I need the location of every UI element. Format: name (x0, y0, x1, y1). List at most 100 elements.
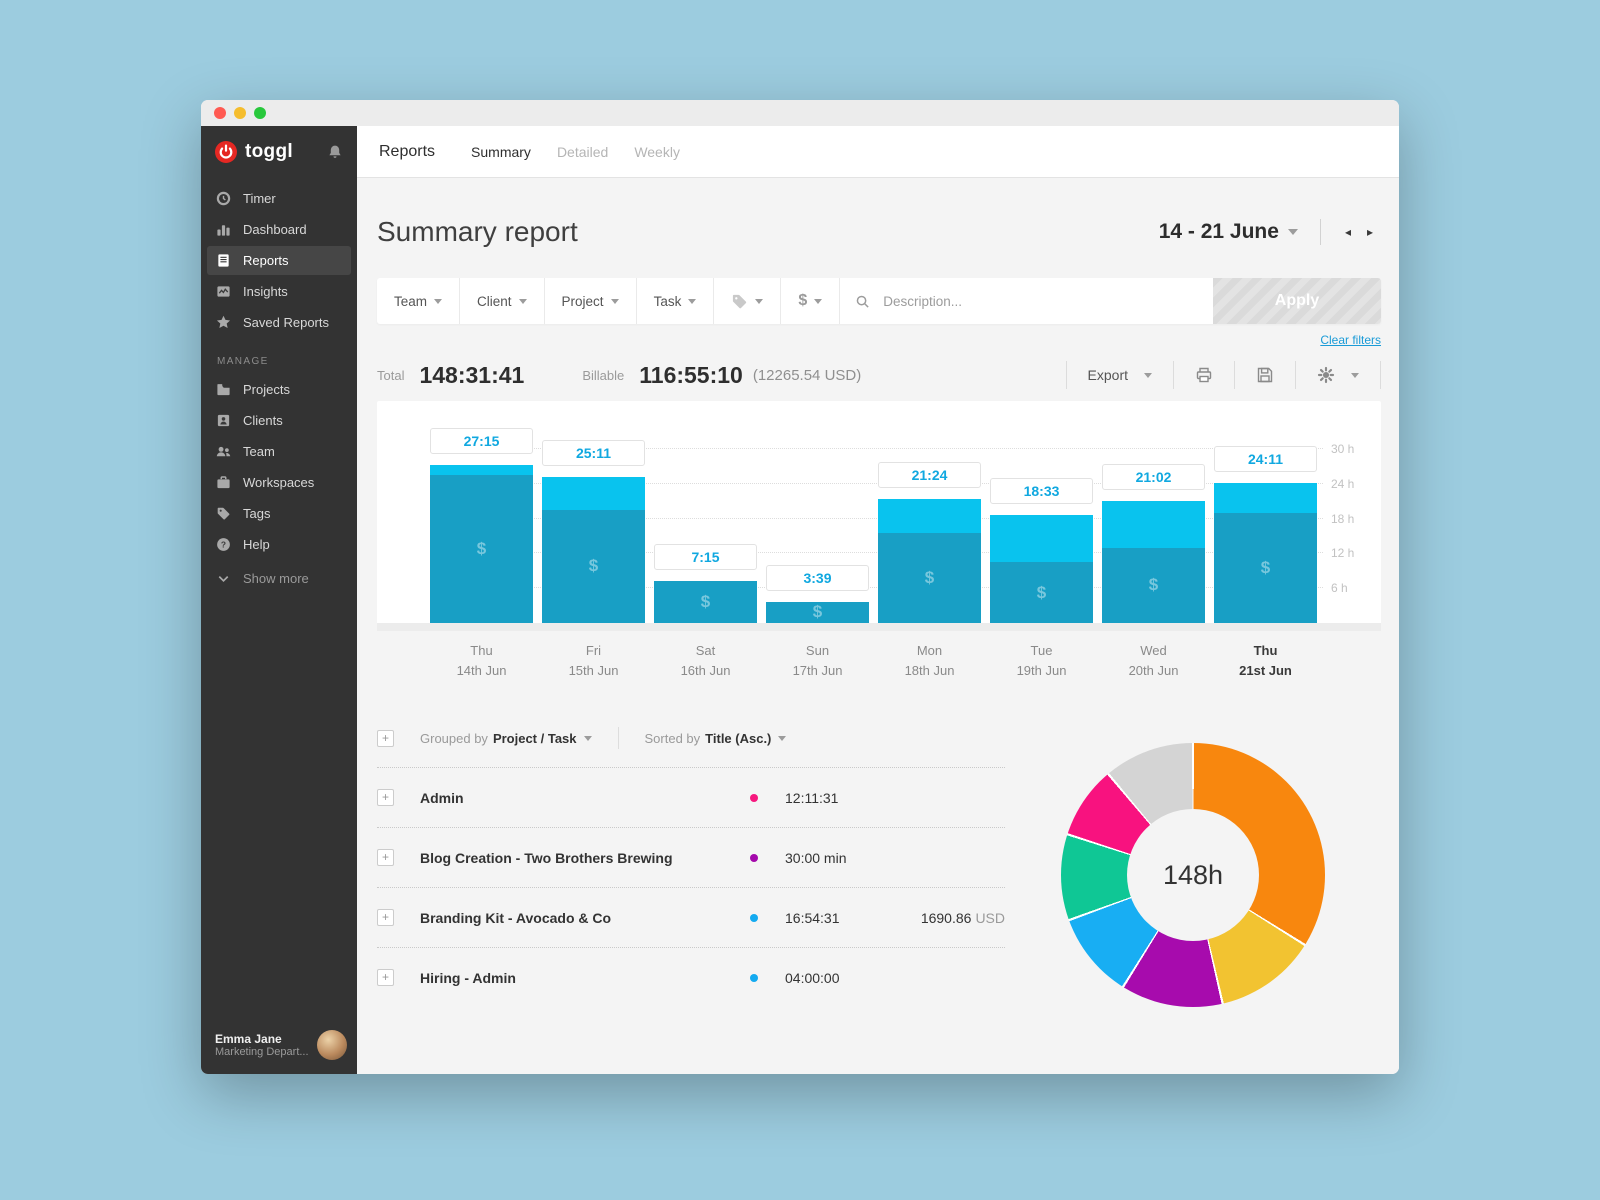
sidebar-show-more[interactable]: Show more (207, 564, 351, 593)
task-filter-dropdown[interactable]: Task (637, 278, 715, 324)
divider (1320, 219, 1321, 245)
sidebar-item-saved-reports[interactable]: Saved Reports (207, 308, 351, 337)
client-filter-dropdown[interactable]: Client (460, 278, 545, 324)
expand-row-button[interactable]: + (377, 789, 394, 806)
clear-filters-link[interactable]: Clear filters (1320, 333, 1381, 347)
search-icon (855, 294, 870, 309)
export-label: Export (1088, 367, 1128, 383)
description-search (840, 278, 1213, 324)
sidebar-item-projects[interactable]: Projects (207, 375, 351, 404)
x-axis-label: Sun17th Jun (766, 641, 869, 681)
date-range-label: 14 - 21 June (1159, 220, 1279, 244)
team-filter-dropdown[interactable]: Team (377, 278, 460, 324)
project-name: Branding Kit - Avocado & Co (420, 910, 750, 926)
sidebar-item-workspaces[interactable]: Workspaces (207, 468, 351, 497)
export-dropdown[interactable]: Export (1066, 361, 1173, 389)
bar-chart-icon (216, 222, 231, 237)
settings-dropdown[interactable] (1295, 361, 1381, 389)
row-duration: 30:00 min (785, 850, 885, 866)
toggl-logo-icon (215, 141, 237, 163)
sidebar-item-reports[interactable]: Reports (207, 246, 351, 275)
day-bar[interactable]: $ (430, 465, 533, 623)
sidebar-item-clients[interactable]: Clients (207, 406, 351, 435)
tab-weekly[interactable]: Weekly (634, 144, 680, 160)
x-axis-label: Mon18th Jun (878, 641, 981, 681)
x-axis-label: Sat16th Jun (654, 641, 757, 681)
filter-bar: Team Client Project Task (377, 278, 1381, 324)
billable-amount: (12265.54 USD) (753, 367, 861, 384)
project-color-dot (750, 854, 758, 862)
next-period-button[interactable]: ▸ (1359, 221, 1381, 243)
zoom-window-button[interactable] (254, 107, 266, 119)
tag-filter-dropdown[interactable] (714, 278, 781, 324)
sidebar-item-label: Timer (243, 191, 276, 206)
date-range-picker[interactable]: 14 - 21 June (1159, 220, 1298, 244)
chevron-down-icon (814, 299, 822, 304)
expand-row-button[interactable]: + (377, 909, 394, 926)
sorted-by-label: Sorted by (645, 731, 701, 746)
day-bar[interactable]: $ (878, 499, 981, 623)
prev-period-button[interactable]: ◂ (1337, 221, 1359, 243)
x-axis-label: Tue19th Jun (990, 641, 1093, 681)
daily-hours-bar-chart: 6 h12 h18 h24 h30 h$27:15$25:11$7:15$3:3… (377, 401, 1381, 631)
day-bar[interactable]: $ (542, 477, 645, 623)
briefcase-icon (216, 475, 231, 490)
project-name: Admin (420, 790, 750, 806)
day-bar[interactable]: $ (766, 602, 869, 623)
close-window-button[interactable] (214, 107, 226, 119)
notifications-bell-icon[interactable] (327, 144, 343, 160)
sidebar-item-insights[interactable]: Insights (207, 277, 351, 306)
billable-dollar-marker: $ (813, 602, 822, 622)
project-color-dot (750, 974, 758, 982)
billable-value: 116:55:10 (639, 362, 743, 389)
project-distribution-donut: 148h (1005, 723, 1381, 1007)
tab-detailed[interactable]: Detailed (557, 144, 608, 160)
day-bar[interactable]: $ (1102, 501, 1205, 623)
day-bar[interactable]: $ (990, 515, 1093, 623)
user-account[interactable]: Emma Jane Marketing Depart... (201, 1018, 357, 1074)
chart-x-axis-labels: Thu14th JunFri15th JunSat16th JunSun17th… (430, 641, 1317, 681)
bar-value-label: 18:33 (990, 478, 1093, 504)
app-window: toggl Timer Dashboard Reports Insig (201, 100, 1399, 1074)
description-search-input[interactable] (881, 293, 1198, 310)
table-row[interactable]: + Branding Kit - Avocado & Co 16:54:31 1… (377, 887, 1005, 947)
project-name: Blog Creation - Two Brothers Brewing (420, 850, 750, 866)
table-row[interactable]: + Admin 12:11:31 (377, 767, 1005, 827)
donut-chart[interactable]: 148h (1061, 743, 1325, 1007)
save-report-button[interactable] (1234, 361, 1295, 389)
sidebar: toggl Timer Dashboard Reports Insig (201, 126, 357, 1074)
chevron-down-icon (519, 299, 527, 304)
table-row[interactable]: + Hiring - Admin 04:00:00 (377, 947, 1005, 1007)
sidebar-item-tags[interactable]: Tags (207, 499, 351, 528)
tab-summary[interactable]: Summary (471, 144, 531, 160)
document-icon (216, 253, 231, 268)
sidebar-item-dashboard[interactable]: Dashboard (207, 215, 351, 244)
total-label: Total (377, 368, 404, 383)
minimize-window-button[interactable] (234, 107, 246, 119)
sidebar-item-team[interactable]: Team (207, 437, 351, 466)
print-button[interactable] (1173, 361, 1234, 389)
expand-all-button[interactable]: + (377, 730, 394, 747)
sorted-by-value[interactable]: Title (Asc.) (705, 731, 771, 746)
billable-filter-dropdown[interactable]: $ (781, 278, 840, 324)
expand-row-button[interactable]: + (377, 969, 394, 986)
project-filter-dropdown[interactable]: Project (545, 278, 637, 324)
sidebar-item-help[interactable]: ? Help (207, 530, 351, 559)
bar-value-label: 21:24 (878, 462, 981, 488)
apply-button[interactable]: Apply (1213, 278, 1381, 324)
grouped-by-label: Grouped by (420, 731, 488, 746)
day-bar[interactable]: $ (1214, 483, 1317, 623)
chevron-down-icon (755, 299, 763, 304)
expand-row-button[interactable]: + (377, 849, 394, 866)
chevron-down-icon (611, 299, 619, 304)
save-icon (1256, 366, 1274, 384)
user-role: Marketing Depart... (215, 1046, 309, 1058)
chart-baseline (377, 623, 1381, 631)
table-row[interactable]: + Blog Creation - Two Brothers Brewing 3… (377, 827, 1005, 887)
sidebar-item-label: Help (243, 537, 270, 552)
grouped-by-value[interactable]: Project / Task (493, 731, 577, 746)
sidebar-item-timer[interactable]: Timer (207, 184, 351, 213)
day-bar[interactable]: $ (654, 581, 757, 623)
project-color-dot (750, 914, 758, 922)
bar-value-label: 24:11 (1214, 446, 1317, 472)
